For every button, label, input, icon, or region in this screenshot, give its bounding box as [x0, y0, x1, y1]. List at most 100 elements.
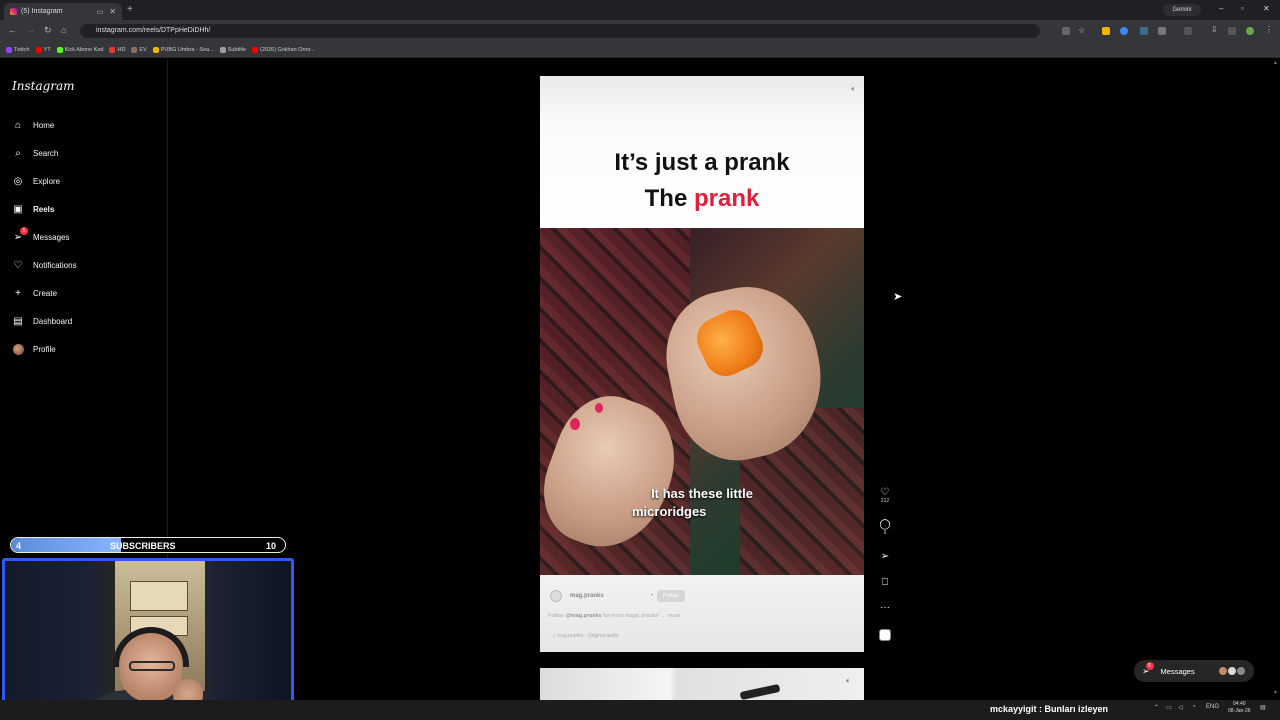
profile-icon[interactable] [1228, 27, 1236, 35]
tab-mute-icon[interactable]: ▭ [97, 8, 104, 16]
heart-icon: ♡ [13, 259, 23, 271]
tray-chevron-icon[interactable]: ⌃ [1154, 704, 1159, 711]
bookmark-item[interactable]: (2026) Gokhan Onnr... [252, 46, 315, 53]
new-tab-button[interactable]: + [127, 4, 133, 15]
forward-icon[interactable]: → [26, 25, 35, 35]
author-username[interactable]: mag.pranks [570, 593, 604, 599]
sidebar-item-messages[interactable]: ➢ 5 Messages [12, 227, 69, 244]
scroll-down-icon: ▼ [1273, 690, 1278, 696]
reel-title-highlight: prank [693, 185, 760, 212]
extensions-puzzle-icon[interactable] [1158, 27, 1166, 35]
more-button[interactable]: ··· [878, 602, 892, 613]
sidebar-item-create[interactable]: + Create [12, 286, 57, 300]
follow-button[interactable]: Follow [657, 590, 685, 602]
bookmark-label: Kick Abone Kod [64, 46, 104, 53]
more-link[interactable]: more [668, 613, 681, 619]
bookmark-item[interactable]: Kick Abone Kod [56, 46, 104, 53]
description-text: for more magic pranks! [603, 613, 660, 619]
bookmark-label: EV [139, 46, 147, 53]
extension-icon[interactable] [1120, 27, 1128, 35]
sidebar-item-label: Profile [33, 344, 56, 354]
bookmark-label: PUBG Umbra - Sea... [160, 46, 214, 53]
star-icon[interactable]: ☆ [1078, 26, 1086, 35]
page-scrollbar[interactable]: ▲ ▼ [1272, 60, 1278, 700]
bookmark-item[interactable]: PUBG Umbra - Sea... [152, 46, 214, 53]
sidebar-item-dashboard[interactable]: ▤ Dashboard [12, 314, 72, 328]
browser-tab[interactable]: (5) Instagram ▭ ✕ [4, 3, 122, 20]
share-button[interactable]: ➢ [878, 551, 892, 562]
glasses-shape [129, 661, 175, 671]
menu-icon[interactable]: ⋮ [1265, 25, 1273, 34]
sidebar-item-explore[interactable]: ◎ Explore [12, 174, 61, 188]
back-icon[interactable]: ← [8, 25, 17, 35]
extension-icon[interactable] [1102, 27, 1110, 35]
subscriber-label: SUBSCRIBERS [110, 541, 176, 551]
bookmark-item[interactable]: EV [131, 46, 147, 53]
plus-icon: + [15, 287, 21, 299]
reel-video-frame[interactable] [540, 228, 864, 575]
cast-icon[interactable] [1062, 27, 1070, 35]
tray-wifi-icon[interactable]: ◔ [1192, 704, 1196, 710]
bookmark-label: HD [117, 46, 126, 53]
reel-player[interactable]: It’s just a prank The prank 🔈︎ It has th… [540, 76, 864, 652]
tray-volume-icon[interactable]: ◁ [1178, 704, 1183, 711]
reels-icon: ▣ [13, 203, 23, 215]
like-button[interactable]: ♡ 212 [878, 487, 892, 504]
messages-badge: 5 [20, 227, 28, 235]
sidebar-item-reels[interactable]: ▣ Reels [12, 202, 54, 216]
tab-close-icon[interactable]: ✕ [109, 7, 116, 16]
extension-icon[interactable] [1140, 27, 1148, 35]
reload-icon[interactable]: ↻ [44, 25, 52, 36]
share-icon: ➢ [880, 551, 890, 562]
language-indicator[interactable]: ENG [1206, 704, 1219, 710]
bookmark-item[interactable]: YT [35, 46, 51, 53]
mute-icon[interactable]: 🔈︎ [851, 84, 856, 94]
bookmark-item[interactable]: Subtitle [219, 46, 246, 53]
save-button[interactable]: ⎕ [878, 577, 892, 588]
instagram-logo[interactable]: Instagram [12, 79, 75, 93]
url-bar[interactable]: instagram.com/reels/DTPpHeDiDHh/ [80, 24, 1040, 38]
shelf-shape [130, 581, 188, 611]
reel-description: Follow @mag.pranks for more magic pranks… [548, 613, 681, 619]
clock-time: 04:40 [1233, 701, 1246, 707]
search-icon: ⌕ [15, 147, 21, 159]
sidebar-item-search[interactable]: ⌕ Search [12, 146, 58, 160]
sidepanel-icon[interactable] [1184, 27, 1192, 35]
next-reel-preview[interactable] [540, 668, 864, 700]
clock-date: 08-Jan-26 [1228, 708, 1251, 714]
sidebar-item-home[interactable]: ⌂ Home [12, 118, 54, 132]
download-icon[interactable]: ⇩ [1211, 25, 1219, 34]
audio-label[interactable]: ♫ mag.pranks · Original audio [552, 633, 619, 639]
bookmark-item[interactable]: Twitch [6, 46, 30, 53]
bookmark-label: (2026) Gokhan Onnr... [260, 46, 315, 53]
comment-button[interactable]: ◯ 6 [878, 519, 892, 536]
sidebar-item-label: Create [33, 288, 58, 298]
messages-icon: ➢ 5 [1142, 661, 1154, 677]
window-close-icon[interactable]: ✕ [1263, 4, 1270, 13]
webcam-overlay [2, 558, 294, 716]
author-avatar[interactable] [550, 590, 562, 602]
reel-title-line2: The prank [540, 185, 864, 213]
messages-pill[interactable]: ➢ 5 Messages [1134, 660, 1254, 682]
sidebar-item-label: Reels [33, 204, 55, 214]
bookmark-icon [152, 46, 159, 53]
tray-network-icon[interactable]: ▭ [1166, 704, 1172, 711]
audio-thumbnail[interactable] [879, 629, 891, 641]
bookmark-item[interactable]: HD [109, 46, 126, 53]
audio-text: mag.pranks · Original audio [557, 633, 619, 639]
nail-shape [595, 403, 603, 413]
account-avatar-icon[interactable] [1246, 27, 1254, 35]
minimize-icon[interactable]: – [1219, 4, 1223, 13]
description-text: Follow [548, 613, 564, 619]
home-browser-icon[interactable]: ⌂ [61, 25, 66, 35]
gemini-button[interactable]: Gemini [1163, 4, 1201, 16]
sidebar-item-profile[interactable]: Profile [12, 342, 56, 356]
messages-badge: 5 [1145, 661, 1154, 670]
notification-icon[interactable]: ▤ [1260, 704, 1266, 711]
sidebar-item-notifications[interactable]: ♡ Notifications [12, 258, 77, 272]
more-icon: ··· [880, 602, 890, 613]
maximize-icon[interactable]: ▫ [1241, 4, 1244, 13]
description-handle[interactable]: @mag.pranks [565, 613, 601, 619]
heart-icon: ♡ [880, 487, 890, 498]
taskbar-clock[interactable]: 04:40 08-Jan-26 [1228, 701, 1251, 715]
